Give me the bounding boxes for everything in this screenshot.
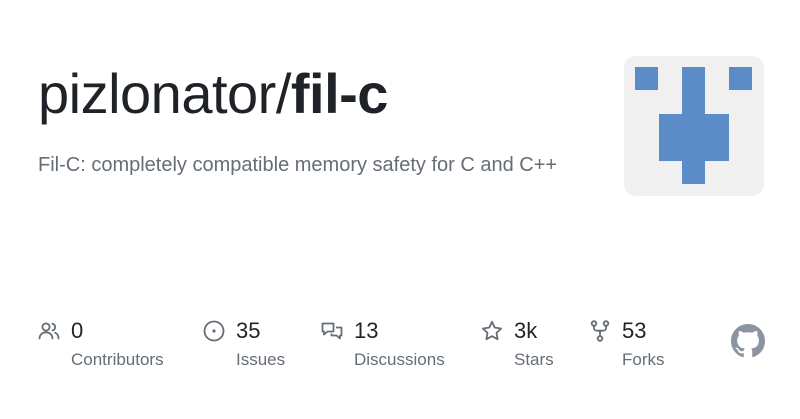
- comment-discussion-icon: [320, 319, 344, 343]
- stat-issues[interactable]: 35 Issues: [202, 316, 322, 376]
- stars-count: 3k: [514, 318, 538, 343]
- repo-owner[interactable]: pizlonator/: [38, 62, 291, 125]
- stat-stars[interactable]: 3k Stars: [480, 316, 580, 376]
- issues-label: Issues: [236, 350, 286, 369]
- stat-forks[interactable]: 53 Forks: [588, 316, 688, 376]
- discussions-count: 13: [354, 318, 379, 343]
- contributors-count: 0: [71, 318, 84, 343]
- repo-name[interactable]: fil-c: [291, 62, 389, 125]
- stat-discussions[interactable]: 13 Discussions: [320, 316, 470, 376]
- issue-opened-icon: [202, 319, 226, 343]
- repo-forked-icon: [588, 319, 612, 343]
- avatar-identicon: [635, 67, 752, 184]
- github-logo-icon[interactable]: [731, 324, 765, 358]
- repo-title: pizlonator/fil-c: [38, 58, 388, 130]
- stars-label: Stars: [514, 350, 554, 369]
- contributors-label: Contributors: [71, 350, 164, 369]
- owner-avatar: [624, 56, 764, 196]
- forks-count: 53: [622, 318, 647, 343]
- issues-count: 35: [236, 318, 261, 343]
- star-icon: [480, 319, 504, 343]
- stat-contributors[interactable]: 0 Contributors: [37, 316, 197, 376]
- discussions-label: Discussions: [354, 350, 445, 369]
- repo-description: Fil-C: completely compatible memory safe…: [38, 154, 558, 176]
- people-icon: [37, 319, 61, 343]
- forks-label: Forks: [622, 350, 665, 369]
